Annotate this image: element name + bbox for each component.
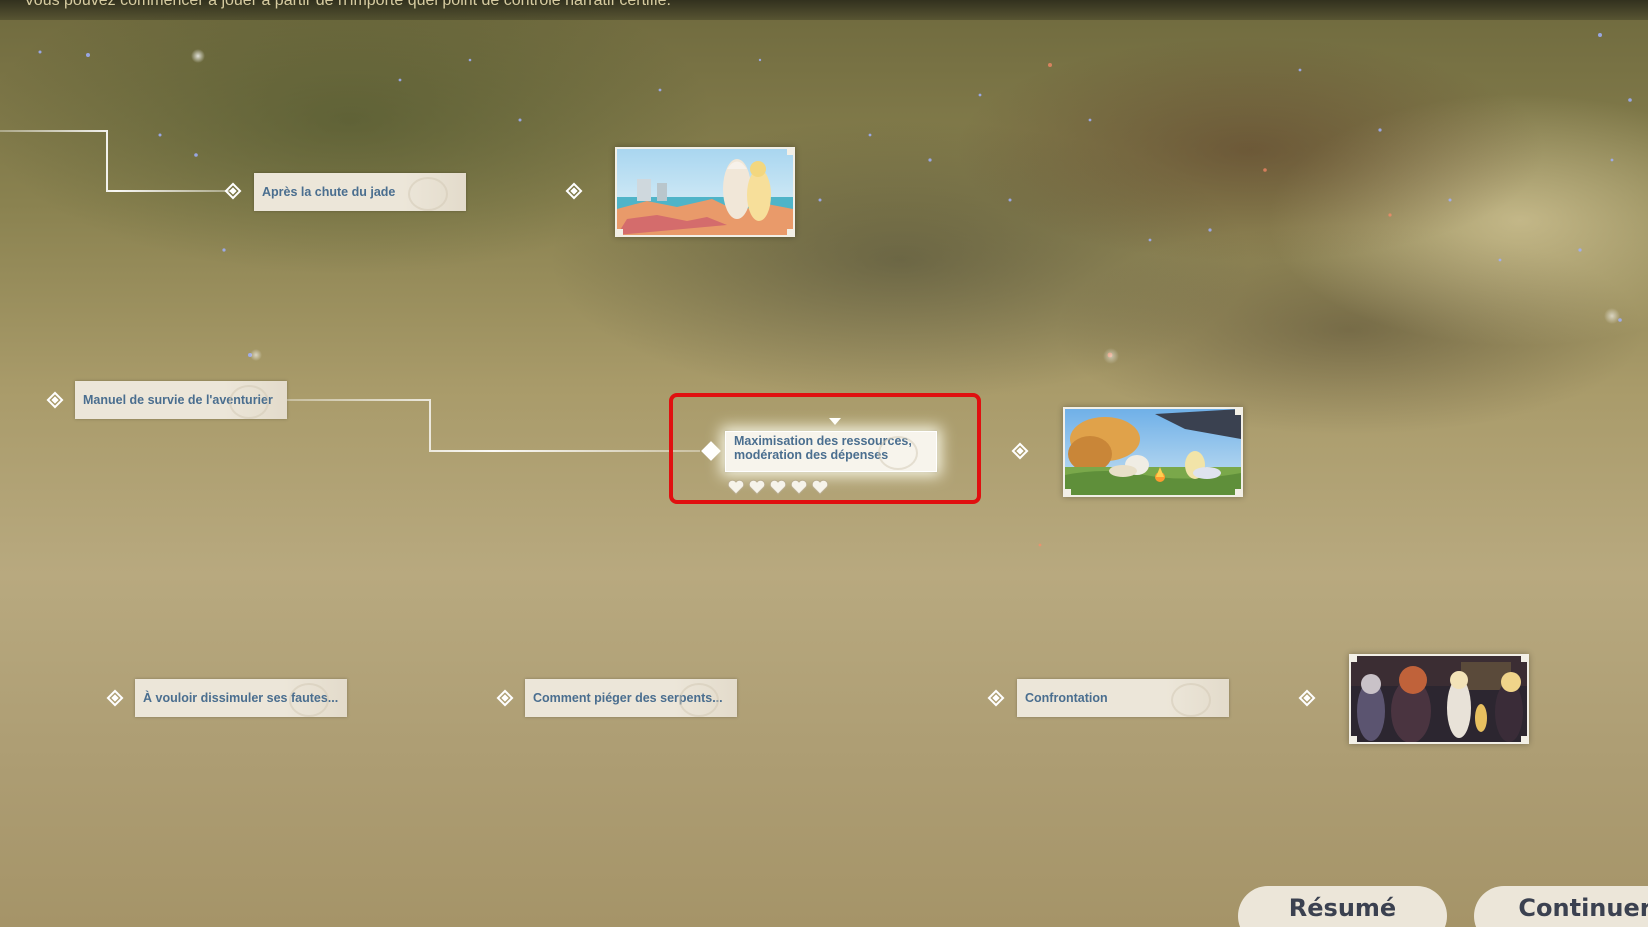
thumb-corner <box>787 149 793 155</box>
thumb-corner <box>1351 656 1357 662</box>
coastal-town-illustration <box>617 149 793 235</box>
summary-button[interactable]: Résumé <box>1238 886 1447 927</box>
continue-button-label: Continuer <box>1518 894 1648 922</box>
quest-node-label: Comment piéger des serpents... <box>533 691 723 705</box>
story-branch-screen: Vous pouvez commencer à jouer à partir d… <box>0 0 1648 927</box>
quest-node-pieger-serpents[interactable]: Comment piéger des serpents... <box>525 679 737 717</box>
thumb-corner <box>1235 409 1241 415</box>
quest-node-label: Confrontation <box>1025 691 1108 705</box>
thumb-corner <box>1065 489 1071 495</box>
quest-node-manuel-de-survie[interactable]: Manuel de survie de l'aventurier <box>75 381 287 419</box>
campfire-illustration <box>1065 409 1241 495</box>
thumb-corner <box>1235 489 1241 495</box>
quest-node-label: Manuel de survie de l'aventurier <box>83 393 273 407</box>
summary-button-label: Résumé <box>1288 894 1397 922</box>
quest-node-label: À vouloir dissimuler ses fautes... <box>143 691 339 705</box>
thumb-corner <box>617 229 623 235</box>
selection-highlight <box>669 393 981 504</box>
quest-node-label: Après la chute du jade <box>262 185 396 199</box>
thumb-corner <box>1521 656 1527 662</box>
continue-button[interactable]: Continuer <box>1474 886 1648 927</box>
scene-thumbnail-coastal[interactable] <box>615 147 795 237</box>
scene-thumbnail-campfire[interactable] <box>1063 407 1243 497</box>
thumb-corner <box>1351 736 1357 742</box>
quest-node-confrontation[interactable]: Confrontation <box>1017 679 1229 717</box>
thumb-corner <box>787 229 793 235</box>
quest-node-dissimuler-fautes[interactable]: À vouloir dissimuler ses fautes... <box>135 679 347 717</box>
quest-node-apres-la-chute[interactable]: Après la chute du jade <box>254 173 466 211</box>
confrontation-illustration <box>1351 656 1527 742</box>
thumb-corner <box>1521 736 1527 742</box>
scene-thumbnail-confrontation[interactable] <box>1349 654 1529 744</box>
